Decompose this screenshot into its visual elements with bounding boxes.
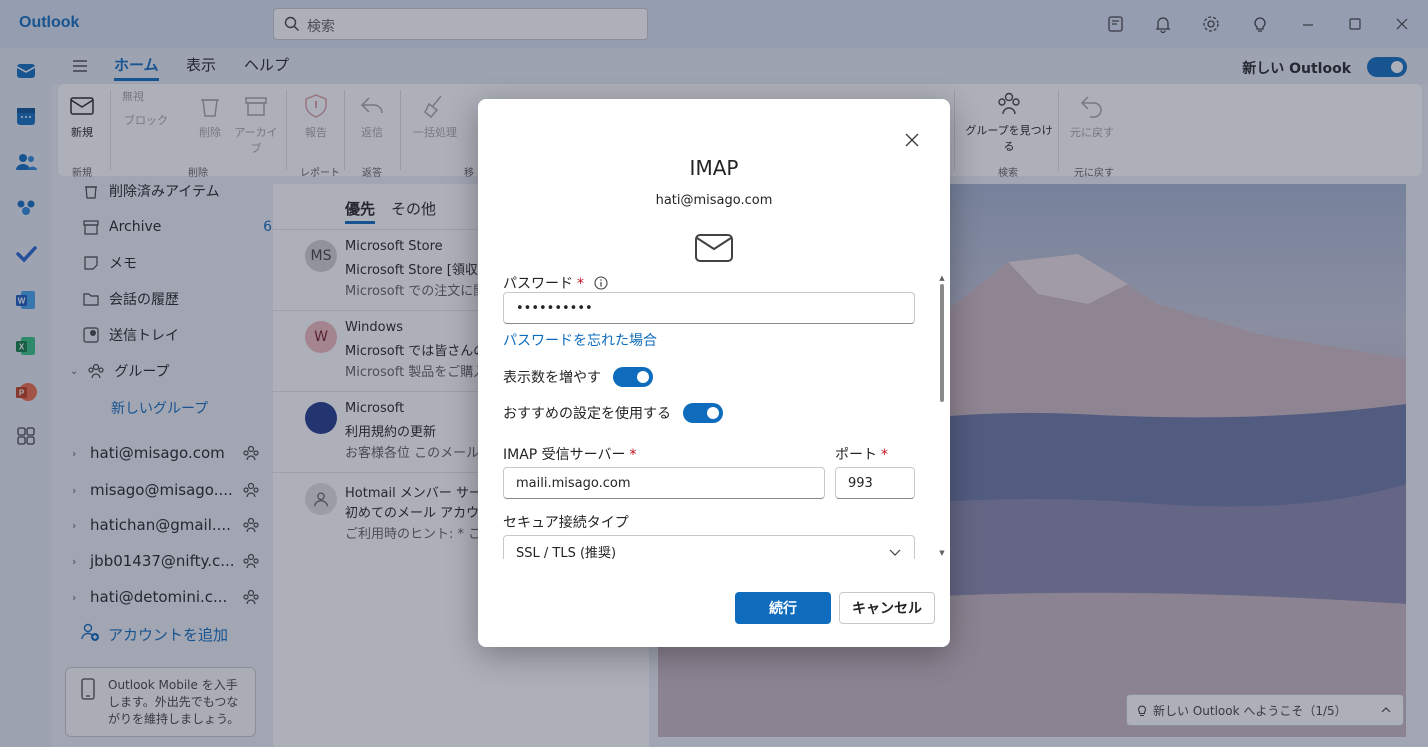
- dialog-title: IMAP: [689, 156, 739, 180]
- imap-dialog: IMAP hati@misago.com パスワード * •••••••••• パ…: [478, 99, 950, 647]
- required-mark: *: [881, 447, 888, 463]
- secure-type-label: セキュア接続タイプ: [503, 515, 629, 531]
- secure-type-value: SSL / TLS (推奨): [516, 545, 617, 560]
- recommended-settings-label: おすすめの設定を使用する: [503, 406, 671, 422]
- dialog-email: hati@misago.com: [655, 193, 773, 208]
- close-icon[interactable]: [902, 130, 922, 150]
- dialog-scrollbar[interactable]: ▲ ▼: [938, 274, 946, 557]
- chevron-down-icon: [888, 545, 902, 559]
- secure-type-select[interactable]: SSL / TLS (推奨): [503, 535, 915, 559]
- continue-button[interactable]: 続行: [735, 592, 831, 624]
- cancel-button[interactable]: キャンセル: [839, 592, 935, 624]
- password-label: パスワード: [503, 276, 573, 292]
- recommended-settings-toggle[interactable]: [683, 403, 723, 423]
- required-mark: *: [629, 447, 637, 463]
- scroll-up-arrow[interactable]: ▲: [938, 274, 946, 282]
- port-input[interactable]: 993: [835, 467, 915, 499]
- show-more-toggle[interactable]: [613, 367, 653, 387]
- show-more-label: 表示数を増やす: [503, 370, 601, 386]
- scroll-thumb[interactable]: [940, 284, 944, 402]
- password-input[interactable]: ••••••••••: [503, 292, 915, 324]
- imap-server-label: IMAP 受信サーバー: [503, 447, 626, 463]
- info-icon[interactable]: [594, 276, 609, 290]
- required-mark: *: [577, 276, 584, 292]
- password-label-row: パスワード *: [503, 273, 609, 293]
- dialog-form: パスワード * •••••••••• パスワードを忘れた場合 表示数を増やす おす…: [503, 273, 918, 559]
- imap-server-label-row: IMAP 受信サーバー *: [503, 444, 637, 464]
- forgot-password-link[interactable]: パスワードを忘れた場合: [503, 330, 657, 350]
- envelope-icon: [694, 233, 734, 263]
- port-label-row: ポート *: [835, 444, 888, 464]
- port-label: ポート: [835, 447, 877, 463]
- scroll-down-arrow[interactable]: ▼: [938, 549, 946, 557]
- imap-server-input[interactable]: maili.misago.com: [503, 467, 825, 499]
